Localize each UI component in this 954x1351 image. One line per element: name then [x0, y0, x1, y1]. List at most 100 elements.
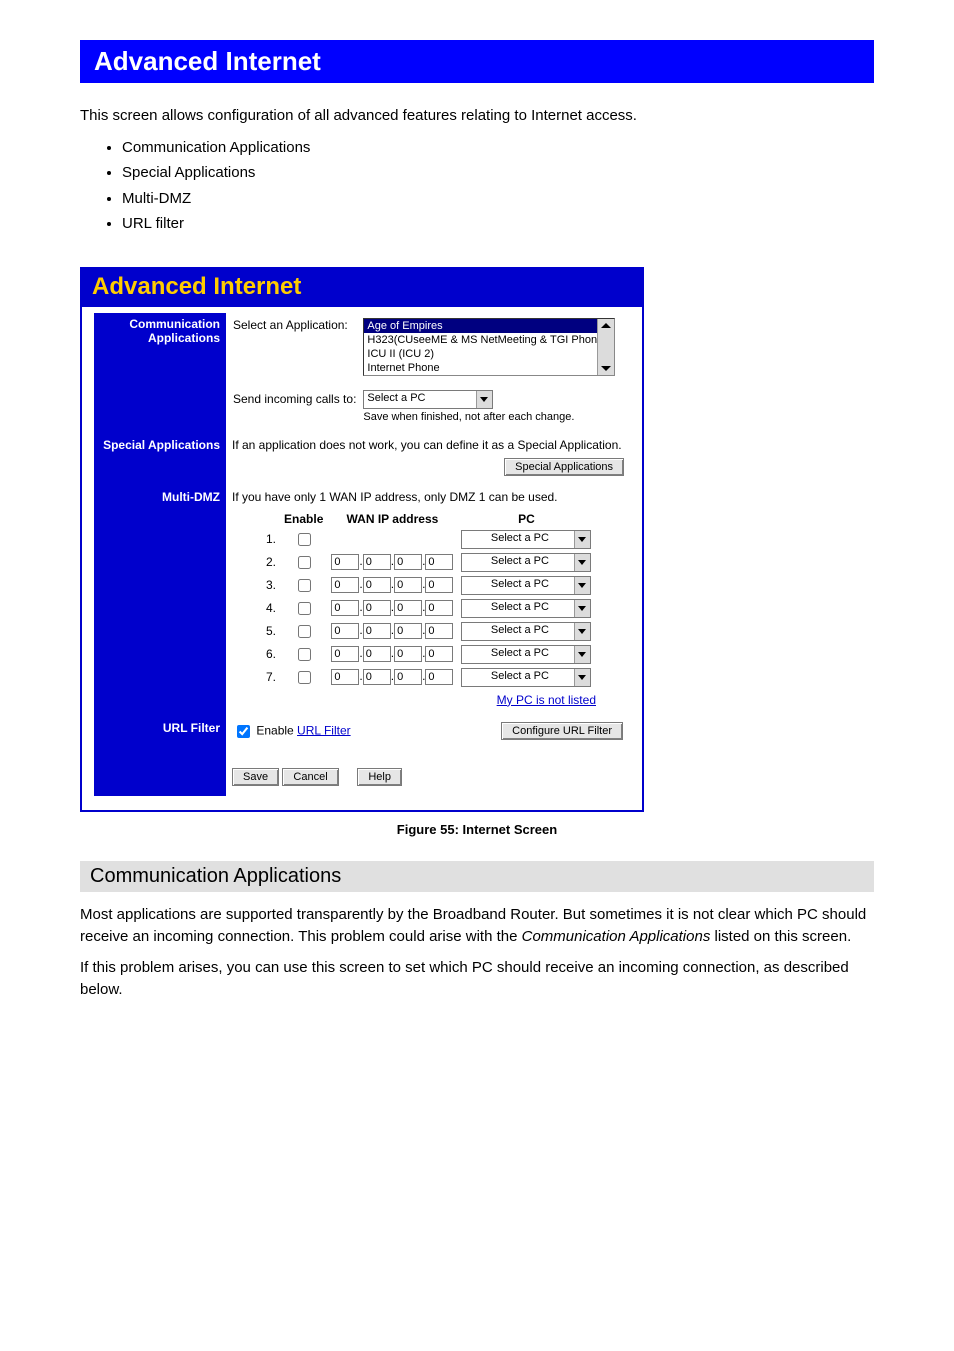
save-button[interactable]: Save	[232, 768, 279, 786]
feature-item: Special Applications	[122, 160, 874, 186]
send-calls-value: Select a PC	[367, 392, 425, 404]
dmz-pc-value: Select a PC	[491, 601, 549, 613]
dmz-ip-octet[interactable]	[425, 623, 453, 639]
advanced-internet-panel: Advanced Internet Communication Applicat…	[80, 267, 644, 812]
dmz-row: 5....Select a PC	[262, 620, 595, 643]
dmz-ip-octet[interactable]	[394, 577, 422, 593]
dmz-ip-octet[interactable]	[394, 669, 422, 685]
dmz-ip-octet[interactable]	[331, 646, 359, 662]
chevron-down-icon	[574, 531, 590, 548]
dmz-pc-select[interactable]: Select a PC	[461, 622, 591, 641]
section2-para1: Most applications are supported transpar…	[80, 904, 874, 948]
dmz-row: 6.... Select a PC	[262, 643, 595, 666]
dmz-row-num: 7.	[262, 666, 280, 689]
chevron-down-icon	[574, 623, 590, 640]
feature-list: Communication Applications Special Appli…	[122, 135, 874, 237]
dmz-row-num: 1.	[262, 528, 280, 551]
dmz-enable-checkbox[interactable]	[298, 602, 311, 615]
dmz-row: 7....Select a PC	[262, 666, 595, 689]
dmz-enable-checkbox[interactable]	[298, 556, 311, 569]
dmz-pc-value: Select a PC	[491, 647, 549, 659]
dmz-pc-select[interactable]: Select a PC	[461, 530, 591, 549]
panel-header: Advanced Internet	[82, 269, 642, 307]
dmz-ip-octet[interactable]	[363, 646, 391, 662]
dmz-ip-octet[interactable]	[394, 554, 422, 570]
select-app-label: Select an Application:	[232, 317, 362, 377]
dmz-ip-octet[interactable]	[331, 577, 359, 593]
dmz-ip-octet[interactable]	[363, 554, 391, 570]
chevron-down-icon	[574, 669, 590, 686]
dmz-pc-value: Select a PC	[491, 532, 549, 544]
dmz-row-num: 6.	[262, 643, 280, 666]
dmz-enable-checkbox[interactable]	[298, 648, 311, 661]
dmz-ip-octet[interactable]	[331, 623, 359, 639]
app-item[interactable]: Age of Empires	[364, 319, 614, 333]
dmz-row: 4....Select a PC	[262, 597, 595, 620]
dmz-wan-ip: ...	[327, 551, 457, 574]
enable-url-filter-checkbox[interactable]	[237, 725, 250, 738]
dmz-row: 1. Select a PC	[262, 528, 595, 551]
dmz-row-num: 4.	[262, 597, 280, 620]
app-item[interactable]: H323(CUseeME & MS NetMeeting & TGI Phone…	[364, 333, 614, 347]
dmz-ip-octet[interactable]	[425, 646, 453, 662]
dmz-pc-value: Select a PC	[491, 624, 549, 636]
app-item[interactable]: ICU II (ICU 2)	[364, 347, 614, 361]
dmz-pc-select[interactable]: Select a PC	[461, 645, 591, 664]
listbox-scrollbar[interactable]	[597, 319, 614, 375]
dmz-wan-ip: ...	[327, 643, 457, 666]
enable-url-filter-prefix: Enable	[256, 723, 297, 737]
pc-not-listed-link[interactable]: My PC is not listed	[497, 693, 596, 707]
dmz-enable-checkbox[interactable]	[298, 625, 311, 638]
dmz-pc-select[interactable]: Select a PC	[461, 553, 591, 572]
dmz-ip-octet[interactable]	[394, 646, 422, 662]
dmz-enable-checkbox[interactable]	[298, 579, 311, 592]
chevron-down-icon	[574, 554, 590, 571]
dmz-ip-octet[interactable]	[331, 669, 359, 685]
dmz-head-wan: WAN IP address	[327, 510, 457, 528]
dmz-ip-octet[interactable]	[363, 600, 391, 616]
dmz-ip-octet[interactable]	[363, 623, 391, 639]
dmz-row: 2....Select a PC	[262, 551, 595, 574]
url-filter-link[interactable]: URL Filter	[297, 723, 351, 737]
dmz-pc-select[interactable]: Select a PC	[461, 576, 591, 595]
title-bar: Advanced Internet	[80, 40, 874, 83]
chevron-down-icon	[574, 600, 590, 617]
save-hint: Save when finished, not after each chang…	[362, 410, 616, 424]
dmz-text: If you have only 1 WAN IP address, only …	[232, 490, 624, 504]
dmz-ip-octet[interactable]	[331, 600, 359, 616]
dmz-wan-ip: ...	[327, 574, 457, 597]
dmz-ip-octet[interactable]	[363, 577, 391, 593]
dmz-pc-select[interactable]: Select a PC	[461, 668, 591, 687]
dmz-enable-checkbox[interactable]	[298, 671, 311, 684]
dmz-ip-octet[interactable]	[331, 554, 359, 570]
dmz-pc-value: Select a PC	[491, 555, 549, 567]
comm-apps-label: Communication Applications	[94, 313, 226, 434]
dmz-row: 3....Select a PC	[262, 574, 595, 597]
dmz-row-num: 3.	[262, 574, 280, 597]
dmz-ip-octet[interactable]	[425, 577, 453, 593]
dmz-ip-octet[interactable]	[425, 554, 453, 570]
help-button[interactable]: Help	[357, 768, 402, 786]
section2-para2: If this problem arises, you can use this…	[80, 957, 874, 1001]
send-calls-label: Send incoming calls to:	[232, 389, 362, 410]
dmz-pc-select[interactable]: Select a PC	[461, 599, 591, 618]
cancel-button[interactable]: Cancel	[282, 768, 338, 786]
special-applications-button[interactable]: Special Applications	[504, 458, 624, 476]
configure-url-filter-button[interactable]: Configure URL Filter	[501, 722, 623, 740]
dmz-ip-octet[interactable]	[425, 600, 453, 616]
dmz-wan-ip	[327, 528, 457, 551]
dmz-head-pc: PC	[457, 510, 595, 528]
send-calls-select[interactable]: Select a PC	[363, 390, 493, 409]
dmz-ip-octet[interactable]	[394, 623, 422, 639]
dmz-ip-octet[interactable]	[363, 669, 391, 685]
feature-item: Multi-DMZ	[122, 186, 874, 212]
dmz-row-num: 5.	[262, 620, 280, 643]
special-apps-text: If an application does not work, you can…	[232, 438, 624, 452]
chevron-down-icon	[574, 646, 590, 663]
dmz-enable-checkbox[interactable]	[298, 533, 311, 546]
feature-item: Communication Applications	[122, 135, 874, 161]
app-item[interactable]: Internet Phone	[364, 361, 614, 375]
dmz-ip-octet[interactable]	[425, 669, 453, 685]
application-listbox[interactable]: Age of Empires H323(CUseeME & MS NetMeet…	[363, 318, 615, 376]
dmz-ip-octet[interactable]	[394, 600, 422, 616]
